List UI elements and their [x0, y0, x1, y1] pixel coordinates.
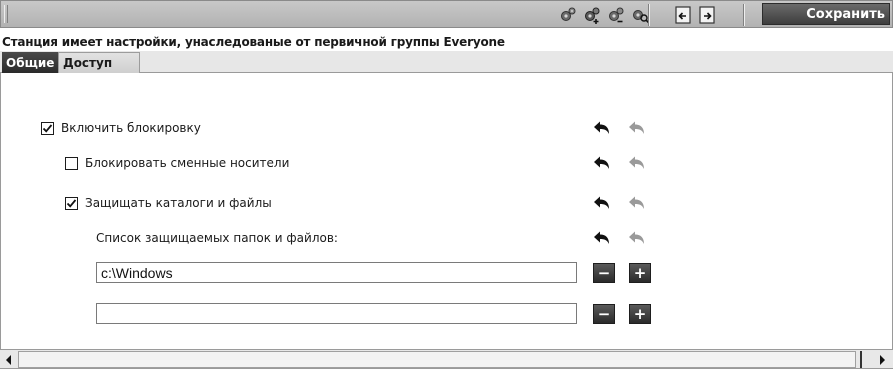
checkmark-icon [42, 123, 53, 133]
scroll-left-arrow[interactable] [2, 352, 16, 367]
enable-lock-label: Включить блокировку [61, 121, 201, 135]
enable-lock-row: Включить блокировку [41, 119, 201, 137]
page-export-icon[interactable] [697, 5, 717, 25]
page-import-icon[interactable] [673, 5, 693, 25]
block-removable-checkbox[interactable] [65, 156, 78, 170]
tab-bar: Общие Доступ [0, 51, 893, 73]
checkmark-icon [66, 198, 77, 208]
protected-list-label: Список защищаемых папок и файлов: [96, 231, 338, 245]
toolbar-page-group [673, 5, 717, 25]
protected-list-row: Список защищаемых папок и файлов: [96, 229, 338, 247]
gears-add-icon[interactable] [582, 5, 602, 25]
revert-default-icon[interactable] [627, 195, 647, 211]
undo-icon[interactable] [592, 120, 612, 136]
remove-path-button[interactable]: − [593, 263, 615, 283]
plus-icon: + [633, 263, 647, 282]
arrow-right-icon [880, 354, 885, 365]
gears-remove-icon[interactable] [606, 5, 626, 25]
settings-panel: Включить блокировку Блокировать сменные … [0, 73, 893, 349]
toolbar-gear-group [558, 5, 650, 25]
scroll-track-end [860, 351, 862, 368]
add-path-button[interactable]: + [629, 304, 651, 324]
protected-path-input[interactable] [96, 303, 577, 324]
plus-icon: + [633, 304, 647, 323]
minus-icon: − [597, 263, 611, 282]
revert-default-icon[interactable] [627, 155, 647, 171]
horizontal-scrollbar[interactable] [0, 349, 893, 369]
gears-search-icon[interactable] [630, 5, 650, 25]
block-removable-label: Блокировать сменные носители [85, 156, 290, 170]
revert-default-icon[interactable] [627, 120, 647, 136]
undo-icon[interactable] [592, 155, 612, 171]
protect-dirs-checkbox[interactable] [65, 196, 78, 210]
scroll-right-arrow[interactable] [875, 352, 889, 367]
revert-default-icon[interactable] [627, 230, 647, 246]
toolbar-separator [648, 4, 650, 26]
minus-icon: − [597, 304, 611, 323]
toolbar: Сохранить [0, 0, 893, 28]
protect-dirs-row: Защищать каталоги и файлы [65, 194, 272, 212]
toolbar-separator [743, 4, 745, 26]
undo-icon[interactable] [592, 195, 612, 211]
add-path-button[interactable]: + [629, 263, 651, 283]
enable-lock-checkbox[interactable] [41, 121, 54, 135]
protect-dirs-label: Защищать каталоги и файлы [85, 196, 272, 210]
scroll-thumb[interactable] [18, 351, 856, 368]
tab-access[interactable]: Доступ [58, 52, 140, 73]
protected-path-input[interactable] [96, 262, 577, 283]
inherit-note: Станция имеет настройки, унаследованые о… [2, 35, 505, 49]
undo-icon[interactable] [592, 230, 612, 246]
tab-general[interactable]: Общие [2, 52, 58, 73]
arrow-left-icon [6, 354, 11, 365]
save-button[interactable]: Сохранить [762, 3, 890, 25]
toolbar-grip[interactable] [4, 5, 8, 23]
remove-path-button[interactable]: − [593, 304, 615, 324]
gears-icon[interactable] [558, 5, 578, 25]
block-removable-row: Блокировать сменные носители [65, 154, 289, 172]
